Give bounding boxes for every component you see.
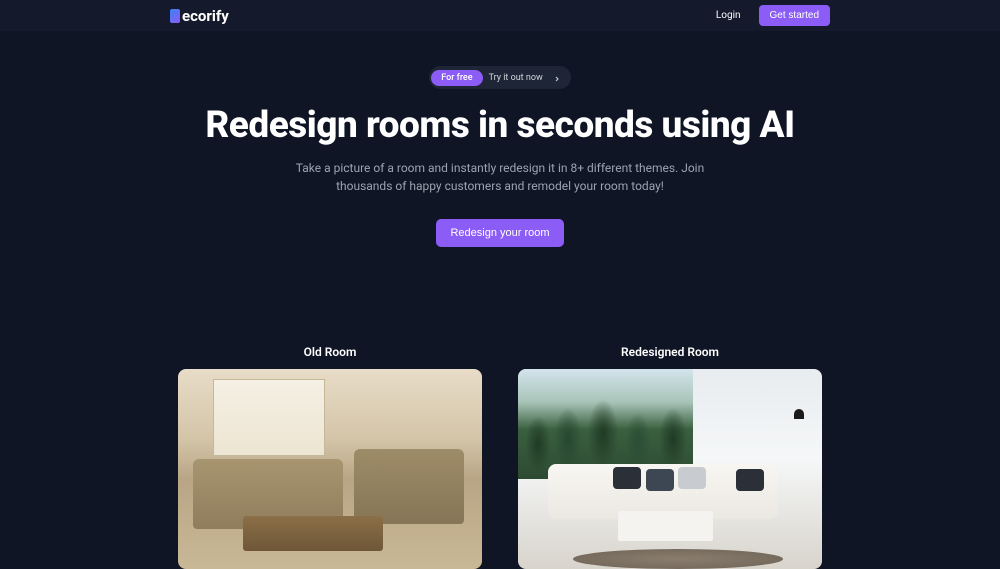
promo-pill[interactable]: For free Try it out now (429, 66, 570, 89)
get-started-button[interactable]: Get started (759, 5, 830, 26)
page-headline: Redesign rooms in seconds using AI (205, 104, 794, 147)
site-header: ecorify Login Get started (0, 0, 1000, 31)
login-link[interactable]: Login (716, 10, 741, 21)
header-nav: Login Get started (716, 5, 830, 26)
hero-section: For free Try it out now Redesign rooms i… (0, 31, 1000, 247)
old-room-card: Old Room (178, 345, 482, 569)
old-room-image (178, 369, 482, 569)
redesigned-room-label: Redesigned Room (621, 345, 719, 359)
redesigned-room-image (518, 369, 822, 569)
logo-icon (170, 9, 180, 23)
brand-logo[interactable]: ecorify (170, 7, 229, 25)
page-subheadline: Take a picture of a room and instantly r… (290, 159, 710, 195)
comparison-section: Old Room Redesigned Room (0, 345, 1000, 569)
new-room-card: Redesigned Room (518, 345, 822, 569)
old-room-label: Old Room (304, 345, 357, 359)
brand-name: ecorify (182, 7, 229, 25)
promo-text: Try it out now (489, 73, 547, 83)
redesign-button[interactable]: Redesign your room (436, 219, 563, 247)
promo-badge: For free (431, 70, 482, 86)
chevron-right-icon (553, 68, 569, 87)
